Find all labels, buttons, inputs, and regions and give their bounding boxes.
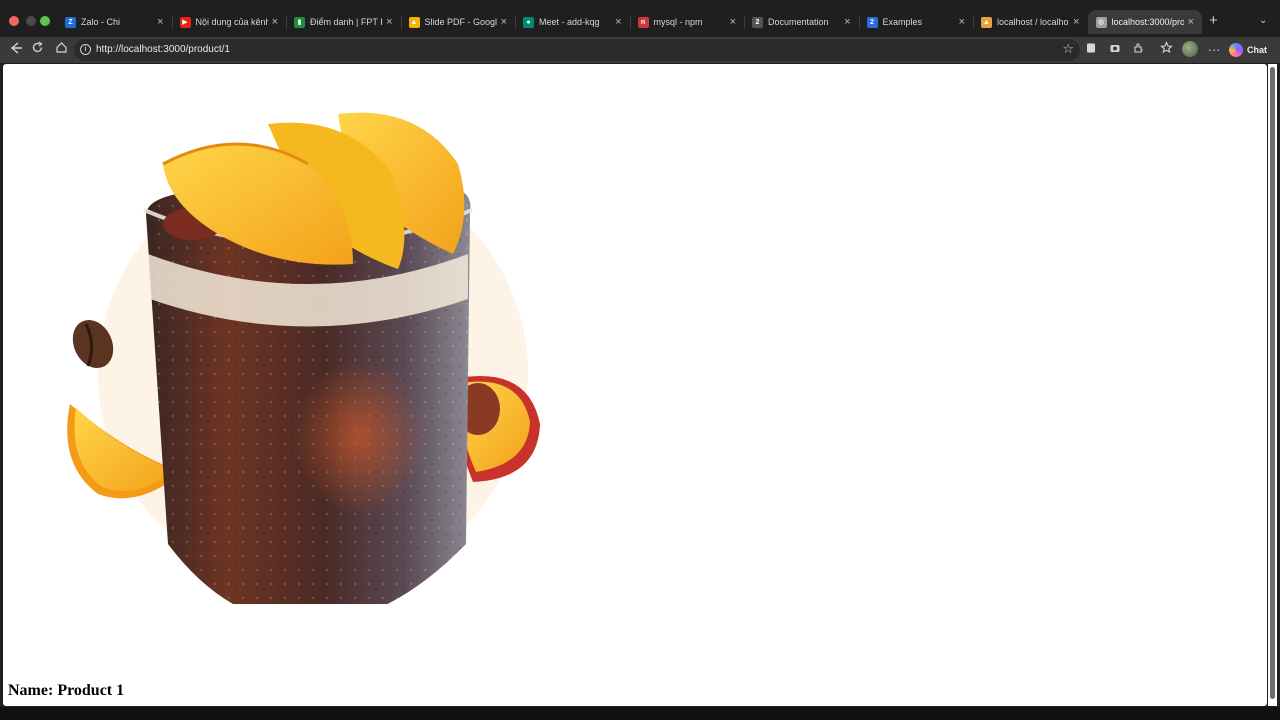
browser-tab[interactable]: ● Meet - add-kqg × xyxy=(515,10,630,34)
more-icon[interactable]: ··· xyxy=(1205,41,1223,59)
product-name-value: Product 1 xyxy=(57,682,125,699)
close-icon[interactable]: × xyxy=(1073,15,1079,29)
browser-tab[interactable]: ◍ localhost:3000/prod × xyxy=(1087,10,1202,34)
tab-title: Examples xyxy=(882,17,923,27)
tab-title: Điểm danh | FPT Po xyxy=(310,17,382,27)
tab-title: Nội dung của kênh xyxy=(195,17,268,27)
close-icon[interactable]: × xyxy=(157,15,163,29)
tab-strip: Z Zalo - Chi × ▶ Nội dung của kênh × ▮ Điểm dan… xyxy=(0,0,1280,40)
reading-list-icon[interactable] xyxy=(1082,41,1100,59)
tab-title: localhost:3000/prod xyxy=(1111,17,1184,27)
browser-tab[interactable]: ▮ Điểm danh | FPT Po × xyxy=(286,10,401,34)
scrollbar-thumb[interactable] xyxy=(1270,67,1275,699)
address-bar[interactable]: i http://localhost:3000/product/1 ☆ xyxy=(74,39,1080,61)
close-icon[interactable]: × xyxy=(959,15,965,29)
tab-title: Documentation xyxy=(768,17,829,27)
tab-title: Zalo - Chi xyxy=(81,17,121,27)
tab-favicon-icon: 2 xyxy=(752,16,763,28)
browser-tab[interactable]: 2 Examples × xyxy=(858,10,974,34)
chat-label: Chat xyxy=(1247,45,1267,55)
browser-tab[interactable]: n mysql - npm × xyxy=(629,10,745,34)
close-icon[interactable]: × xyxy=(1188,15,1194,29)
chat-button[interactable]: Chat xyxy=(1229,40,1267,60)
window-zoom-button[interactable] xyxy=(40,16,50,26)
browser-tab[interactable]: 2 Documentation × xyxy=(744,10,859,34)
tab-title: Slide PDF - Google xyxy=(424,17,497,27)
copilot-icon xyxy=(1229,43,1243,57)
tab-favicon-icon: Z xyxy=(65,16,76,28)
window-close-button[interactable] xyxy=(9,16,19,26)
browser-toolbar: i http://localhost:3000/product/1 ☆ ··· … xyxy=(0,37,1280,63)
product-name: Name: Product 1 xyxy=(8,682,124,700)
close-icon[interactable]: × xyxy=(272,15,278,29)
tab-favicon-icon: ● xyxy=(523,16,534,28)
product-image xyxy=(67,112,540,604)
page-scrollbar[interactable] xyxy=(1268,64,1277,706)
window-minimize-button[interactable] xyxy=(26,16,36,26)
address-url[interactable]: http://localhost:3000/product/1 xyxy=(96,44,230,55)
browser-tab[interactable]: ▲ Slide PDF - Google × xyxy=(400,10,516,34)
home-icon[interactable] xyxy=(52,41,70,59)
product-name-label: Name: xyxy=(8,682,54,699)
new-tab-button[interactable]: + xyxy=(1209,13,1218,29)
star-icon[interactable]: ☆ xyxy=(1062,41,1074,57)
close-icon[interactable]: × xyxy=(501,15,507,29)
tab-title: localhost / localhost xyxy=(997,17,1069,27)
screenshot-icon[interactable] xyxy=(1106,41,1124,59)
favorites-icon[interactable] xyxy=(1157,41,1175,59)
profile-avatar[interactable] xyxy=(1182,41,1198,57)
tab-favicon-icon: ▶ xyxy=(179,16,191,28)
browser-tab[interactable]: Z Zalo - Chi × xyxy=(57,10,172,34)
tab-title: mysql - npm xyxy=(653,17,703,27)
window-bottom-edge xyxy=(0,707,1280,720)
close-icon[interactable]: × xyxy=(386,15,392,29)
tab-favicon-icon: ▮ xyxy=(294,16,305,28)
tab-favicon-icon: ▲ xyxy=(981,16,992,28)
close-icon[interactable]: × xyxy=(615,15,621,29)
tab-favicon-icon: ◍ xyxy=(1095,16,1107,28)
tab-title: Meet - add-kqg xyxy=(539,17,600,27)
back-arrow-icon[interactable] xyxy=(7,41,25,59)
browser-tab[interactable]: ▶ Nội dung của kênh × xyxy=(171,10,287,34)
tab-menu-chevron-icon[interactable]: ⌄ xyxy=(1259,15,1267,26)
close-icon[interactable]: × xyxy=(730,15,736,29)
tab-favicon-icon: ▲ xyxy=(408,16,420,28)
tab-favicon-icon: 2 xyxy=(866,16,878,28)
close-icon[interactable]: × xyxy=(844,15,850,29)
page-viewport: Name: Product 1 xyxy=(3,64,1267,706)
reload-icon[interactable] xyxy=(28,41,46,59)
tab-list: Z Zalo - Chi × ▶ Nội dung của kênh × ▮ Điểm dan… xyxy=(57,10,1202,34)
site-info-icon[interactable]: i xyxy=(80,44,91,55)
browser-tab[interactable]: ▲ localhost / localhost × xyxy=(973,10,1088,34)
extensions-icon[interactable] xyxy=(1130,41,1148,59)
tab-favicon-icon: n xyxy=(637,16,649,28)
